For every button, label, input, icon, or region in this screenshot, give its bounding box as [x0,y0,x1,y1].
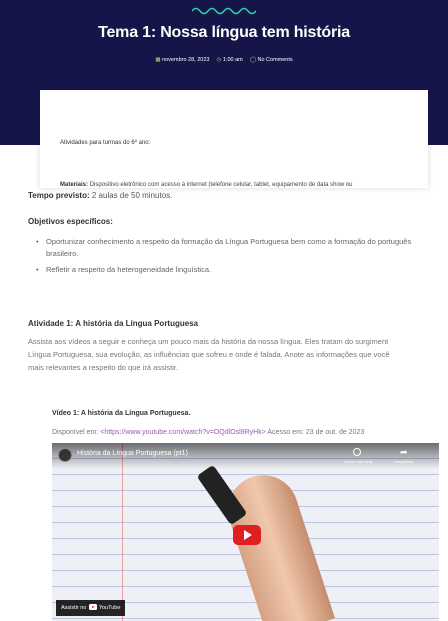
youtube-logo-icon [89,604,98,610]
comments-link[interactable]: No Comments [258,57,293,63]
list-item: Oportunizar conhecimento a respeito da f… [36,236,440,260]
youtube-label: YouTube [98,605,121,611]
tempo-text: 2 aulas de 50 minutos. [91,191,173,200]
watch-later-icon[interactable] [353,448,361,456]
paragraph-line: mais relevantes a respeito do que irá as… [28,363,179,372]
materials-label: Materiais: [60,182,89,188]
materials-text: Dispositivo eletrônico com acesso à inte… [89,182,353,188]
materials-line: Materiais: Dispositivo eletrônico com ac… [60,182,353,188]
post-time: 1:00 am [222,57,243,63]
share-icon[interactable]: ➦ [400,447,408,458]
video-heading: Vídeo 1: A história da Língua Portuguesa… [52,410,191,417]
tempo-label: Tempo previsto: [28,191,90,200]
video-source: Disponível em: <https://www.youtube.com/… [52,429,364,436]
paper-margin-line [122,443,123,621]
tempo-line: Tempo previsto: 2 aulas de 50 minutos. [28,191,172,200]
list-item: Refletir a respeito da heterogeneidade l… [36,264,440,276]
content-card: Atividades para turmas do 6º ano: Materi… [40,90,428,188]
comment-icon: ◯ [249,57,256,63]
paragraph-line: Língua Portuguesa, sua evolução, as infl… [28,350,390,359]
accessed-date: Acesso em: 23 de out. de 2023 [267,429,365,436]
watch-on-youtube-button[interactable]: Assistir no YouTube [56,600,126,616]
activities-heading: Atividades para turmas do 6º ano: [60,140,151,146]
channel-avatar[interactable] [58,448,72,462]
video-player[interactable]: História da Língua Portuguesa (pt1) Assi… [52,443,439,621]
paragraph-line: Assista aos vídeos a seguir e conheça um… [28,337,389,346]
watch-later-label: Assistir mais tarde [344,460,373,464]
available-label: Disponível em: [52,429,99,436]
watch-on-label: Assistir no [61,605,87,611]
video-player-title[interactable]: História da Língua Portuguesa (pt1) [77,450,188,457]
post-date[interactable]: novembro 28, 2023 [162,57,209,63]
squiggle-icon [192,7,256,15]
objectives-list: Oportunizar conhecimento a respeito da f… [36,236,440,280]
share-label: Compartilhar [393,460,414,464]
calendar-icon: ▩ [155,57,161,63]
clock-icon: ◷ [216,57,222,63]
post-meta: ▩ novembro 28, 2023 ◷ 1:00 am ◯ No Comme… [0,57,448,63]
page-title: Tema 1: Nossa língua tem história [98,24,350,41]
objectives-heading: Objetivos específicos: [28,217,113,226]
video-url-link[interactable]: <https://www.youtube.com/watch?v=OQdlOsl… [100,429,266,436]
play-icon[interactable] [233,525,261,545]
activity-paragraph: Assista aos vídeos a seguir e conheça um… [28,335,448,374]
activity-heading: Atividade 1: A história da Língua Portug… [28,319,199,328]
